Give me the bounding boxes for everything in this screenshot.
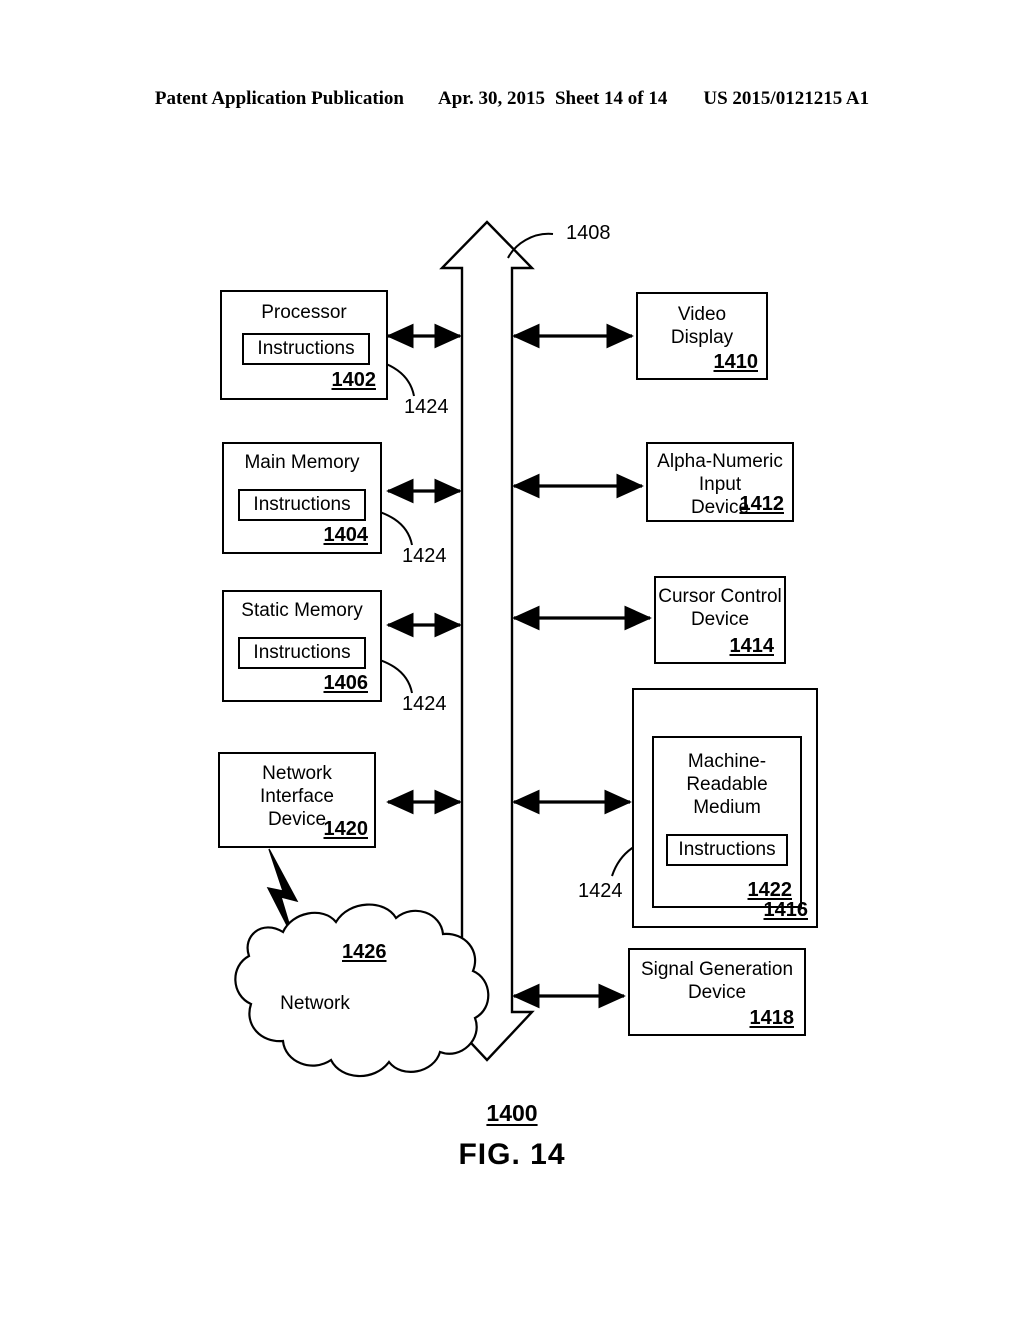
- instruction-leader-lines: [347, 355, 664, 877]
- page-header: Patent Application Publication Apr. 30, 2…: [0, 88, 1024, 110]
- system-bus-arrow: [439, 220, 535, 1062]
- main-memory-ref-label: 1404: [323, 524, 369, 546]
- machine-readable-instructions-box: Instructions: [666, 834, 788, 866]
- lightning-bolt-icon: [266, 848, 299, 938]
- header-sheet: Sheet 14 of 14: [554, 88, 668, 109]
- alpha-numeric-input-device-box: Alpha-Numeric Input Device 1412: [646, 442, 794, 522]
- main-memory-title: Main Memory: [244, 452, 360, 473]
- static-memory-ref-label: 1406: [323, 672, 369, 694]
- network-interface-device-box: Network Interface Device 1420: [218, 752, 376, 848]
- static-memory-instructions-box: Instructions: [238, 637, 366, 669]
- processor-title: Processor: [261, 302, 347, 323]
- network-interface-device-ref-label: 1420: [323, 818, 369, 840]
- machine-readable-instructions-label: Instructions: [678, 839, 776, 860]
- system-ref-label: 1400: [0, 1100, 1024, 1127]
- main-memory-instructions-box: Instructions: [238, 489, 366, 521]
- header-publication: Patent Application Publication: [154, 88, 404, 109]
- video-display-ref-label: 1410: [713, 351, 759, 373]
- bus-leader-line: [507, 232, 554, 259]
- processor-instructions-box: Instructions: [242, 333, 370, 365]
- network-cloud-label: Network: [280, 993, 350, 1014]
- alpha-numeric-input-device-ref-label: 1412: [739, 493, 785, 515]
- static-memory-title: Static Memory: [241, 600, 363, 621]
- cursor-control-device-title: Cursor Control Device: [658, 586, 782, 630]
- processor-box: Processor Instructions 1402: [220, 290, 388, 400]
- signal-generation-device-box: Signal Generation Device 1418: [628, 948, 806, 1036]
- video-display-box: Video Display 1410: [636, 292, 768, 380]
- bus-ref-label: 1408: [566, 222, 611, 244]
- machine-readable-medium-box: Machine- Readable Medium Instructions 14…: [652, 736, 802, 908]
- leader-ref-1424-machine-readable: 1424: [578, 880, 623, 902]
- machine-readable-medium-title: Machine- Readable Medium: [686, 751, 768, 818]
- machine-readable-outer-ref-label: 1416: [763, 899, 809, 921]
- processor-ref-label: 1402: [331, 369, 377, 391]
- cursor-control-device-ref-label: 1414: [729, 635, 775, 657]
- leader-ref-1424-static-memory: 1424: [402, 693, 447, 715]
- video-display-title: Video Display: [670, 304, 734, 348]
- header-date: Apr. 30, 2015: [438, 88, 545, 109]
- signal-generation-device-ref-label: 1418: [749, 1007, 795, 1029]
- cursor-control-device-box: Cursor Control Device 1414: [654, 576, 786, 664]
- signal-generation-device-title: Signal Generation Device: [640, 959, 794, 1003]
- header-patent-number: US 2015/0121215 A1: [703, 88, 870, 109]
- main-memory-box: Main Memory Instructions 1404: [222, 442, 382, 554]
- leader-ref-1424-main-memory: 1424: [402, 545, 447, 567]
- system-ref-value: 1400: [486, 1100, 538, 1126]
- machine-readable-medium-outer-box: Machine- Readable Medium Instructions 14…: [632, 688, 818, 928]
- figure-caption: FIG. 14: [458, 1138, 566, 1171]
- processor-instructions-label: Instructions: [257, 338, 355, 359]
- patent-figure-page: Patent Application Publication Apr. 30, 2…: [0, 0, 1024, 1320]
- main-memory-instructions-label: Instructions: [253, 494, 351, 515]
- network-ref-label: 1426: [342, 941, 387, 963]
- static-memory-instructions-label: Instructions: [253, 642, 351, 663]
- network-cloud-shape: [234, 903, 490, 1078]
- static-memory-box: Static Memory Instructions 1406: [222, 590, 382, 702]
- leader-ref-1424-processor: 1424: [404, 396, 449, 418]
